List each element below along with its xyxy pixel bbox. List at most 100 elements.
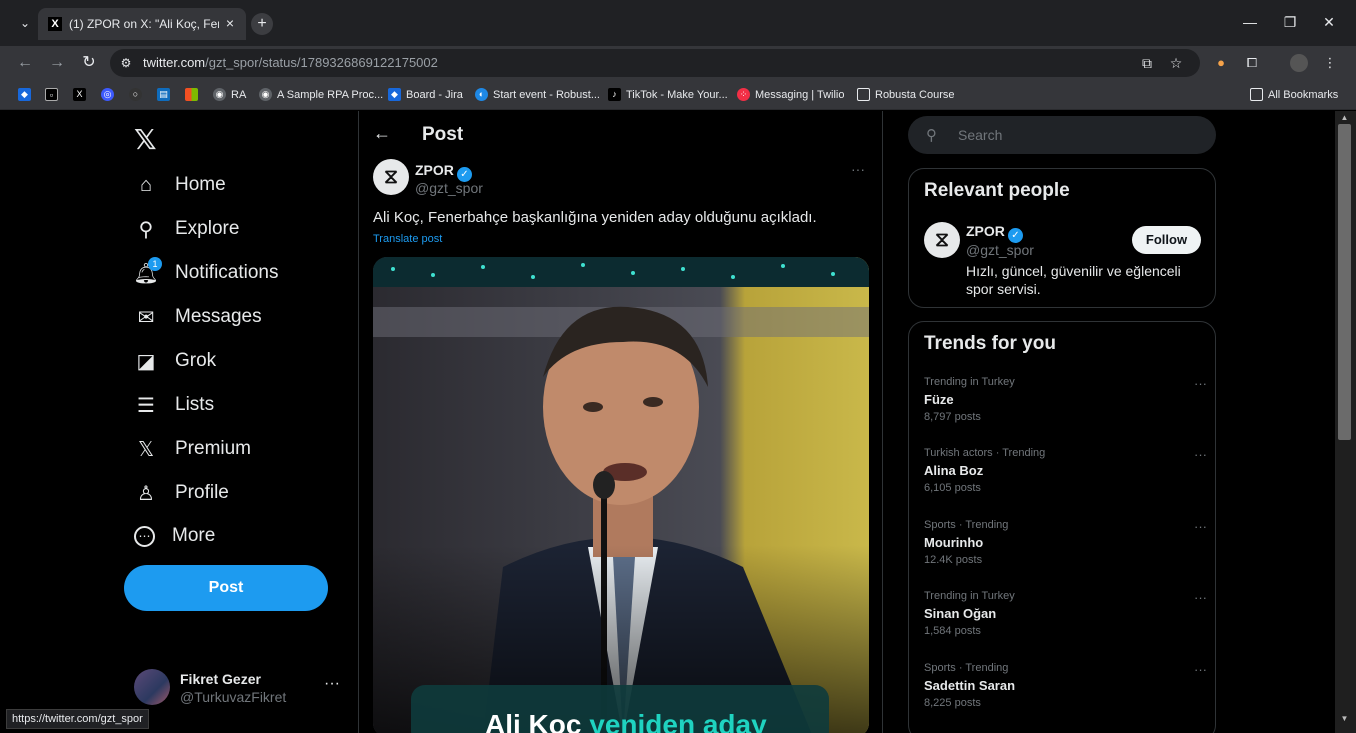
trend-item[interactable]: Trending in Turkey Sinan Oğan 1,584 posts ·… [924, 590, 1209, 656]
account-handle: @TurkuvazFikret [180, 689, 287, 705]
window-close-icon[interactable]: ✕ [1319, 14, 1339, 31]
scroll-up-icon[interactable]: ▲ [1338, 113, 1351, 123]
trend-more-icon[interactable]: ··· [1194, 590, 1207, 605]
github-bookmark-icon[interactable]: ○ [129, 88, 142, 101]
nav-messages[interactable]: ✉ Messages [134, 297, 262, 337]
nav-explore[interactable]: ⚲ Explore [134, 209, 240, 249]
back-nav-icon[interactable]: ← [15, 53, 35, 73]
nav-lists[interactable]: ☰ Lists [134, 385, 214, 425]
folder-icon [1250, 88, 1263, 101]
url-text: twitter.com/gzt_spor/status/178932686912… [143, 55, 438, 70]
author-name[interactable]: ZPOR ✓ [415, 162, 472, 182]
reload-icon[interactable]: ↻ [79, 53, 99, 73]
more-circle-icon: ⋯ [134, 525, 155, 547]
nav-grok[interactable]: ◪ Grok [134, 341, 217, 381]
bookmark-tiktok[interactable]: ♪ TikTok - Make Your... [608, 88, 728, 101]
trend-count: 12.4K posts [924, 554, 983, 566]
profile-avatar-icon[interactable] [1290, 54, 1308, 72]
follow-button[interactable]: Follow [1132, 226, 1201, 254]
chrome-menu-icon[interactable]: ⋮ [1321, 54, 1339, 72]
extensions-puzzle-icon[interactable]: ⧠ [1243, 54, 1261, 72]
author-avatar[interactable]: ⧖ [373, 159, 409, 195]
trend-item[interactable]: Trending in Turkey Füze 8,797 posts ··· [924, 376, 1209, 442]
trend-more-icon[interactable]: ··· [1194, 662, 1207, 677]
trend-more-icon[interactable]: ··· [1194, 519, 1207, 534]
nav-label: Lists [175, 394, 215, 415]
trend-context: Sports · Trending [924, 662, 1009, 674]
relevant-name[interactable]: ZPOR ✓ [966, 223, 1023, 243]
bookmark-label: Robusta Course [875, 88, 955, 101]
bookmark-star-icon[interactable]: ☆ [1167, 54, 1185, 72]
install-app-icon[interactable]: ⧉ [1138, 54, 1156, 72]
nav-label: More [172, 525, 216, 546]
lists-icon: ☰ [137, 394, 155, 417]
new-tab-button[interactable]: + [251, 13, 273, 35]
trend-context: Turkish actors · Trending [924, 447, 1046, 459]
microsoft-bookmark-icon[interactable] [185, 88, 198, 101]
trend-item[interactable]: Turkish actors · Trending Alina Boz 6,105 … [924, 447, 1209, 513]
back-arrow-icon[interactable]: ← [373, 123, 391, 144]
translate-post-link[interactable]: Translate post [373, 233, 442, 245]
relevant-avatar[interactable]: ⧖ [924, 222, 960, 258]
app-bookmark-icon[interactable]: ◎ [101, 88, 114, 101]
address-bar[interactable]: ⚙ twitter.com/gzt_spor/status/1789326869… [110, 49, 1200, 77]
author-name-text: ZPOR [415, 162, 454, 178]
trend-name: Alina Boz [924, 463, 984, 478]
bookmark-rpa[interactable]: ◉ A Sample RPA Proc... [259, 88, 383, 101]
bookmark-ra[interactable]: ◉ RA [213, 88, 246, 101]
jira-bookmark-icon[interactable]: ◆ [18, 88, 31, 101]
tab-close-icon[interactable]: × [222, 15, 238, 31]
tab-title: (1) ZPOR on X: "Ali Koç, Fenerba [69, 17, 219, 31]
browser-tab-bar: ⌄ X (1) ZPOR on X: "Ali Koç, Fenerba × +… [0, 0, 1356, 46]
nav-premium[interactable]: 𝕏 Premium [134, 429, 251, 469]
bookmark-twilio[interactable]: ⁘ Messaging | Twilio [737, 88, 844, 101]
all-bookmarks[interactable]: All Bookmarks [1250, 88, 1338, 101]
author-handle[interactable]: @gzt_spor [415, 180, 483, 196]
search-icon: ⚲ [926, 127, 937, 144]
trend-item[interactable]: Sports · Trending Mourinho 12.4K posts ··· [924, 519, 1209, 585]
trend-more-icon[interactable]: ··· [1194, 447, 1207, 462]
outlook-bookmark-icon[interactable]: ▤ [157, 88, 170, 101]
trend-context: Sports · Trending [924, 519, 1009, 531]
trend-count: 8,225 posts [924, 697, 981, 709]
bookmarks-bar: ◆ ▫ X ◎ ○ ▤ ◉ RA ◉ A Sample RPA Proc... ◆ B… [0, 80, 1356, 110]
extension-icon[interactable]: ● [1212, 54, 1230, 72]
nav-profile[interactable]: ♙ Profile [134, 473, 229, 513]
scroll-down-icon[interactable]: ▼ [1338, 714, 1351, 724]
page-title: Post [422, 124, 464, 145]
post-more-icon[interactable]: ··· [851, 161, 865, 177]
trend-more-icon[interactable]: ··· [1194, 376, 1207, 391]
chrome-icon: ◉ [259, 88, 272, 101]
post-button[interactable]: Post [124, 565, 328, 611]
forward-nav-icon[interactable]: → [47, 53, 67, 73]
trend-name: Sinan Oğan [924, 606, 997, 621]
x-logo-icon[interactable]: 𝕏 [134, 123, 157, 156]
site-info-icon[interactable]: ⚙ [118, 55, 134, 71]
post-image[interactable]: Ali Koç yeniden aday [373, 257, 869, 733]
nav-home[interactable]: ⌂ Home [134, 165, 226, 205]
post-image-art [373, 257, 869, 733]
bookmark-jira[interactable]: ◆ Board - Jira [388, 88, 463, 101]
search-box[interactable]: ⚲ Search [908, 116, 1216, 154]
bookmark-robusta-course[interactable]: Robusta Course [857, 88, 955, 101]
nav-label: Home [175, 174, 226, 195]
scroll-thumb[interactable] [1338, 124, 1351, 440]
account-switcher[interactable]: Fikret Gezer @TurkuvazFikret ··· [134, 669, 344, 709]
url-domain: twitter.com [143, 55, 206, 70]
trend-item[interactable]: Sports · Trending Sadettin Saran 8,225 pos… [924, 662, 1209, 728]
minimize-icon[interactable]: — [1240, 14, 1260, 30]
nav-notifications[interactable]: 🔔︎ 1 Notifications [133, 253, 279, 293]
restore-icon[interactable]: ❐ [1280, 14, 1300, 31]
nav-more[interactable]: ⋯ More [134, 516, 215, 556]
bookmark-robust[interactable]: ◐ Start event - Robust... [475, 88, 600, 101]
relevant-handle[interactable]: @gzt_spor [966, 242, 1034, 258]
tab-search-chevron-icon[interactable]: ⌄ [16, 14, 34, 32]
browser-tab[interactable]: X (1) ZPOR on X: "Ali Koç, Fenerba × [38, 8, 246, 40]
square-bookmark-icon[interactable]: ▫ [45, 88, 58, 101]
bookmark-label: Messaging | Twilio [755, 88, 845, 101]
account-more-icon[interactable]: ··· [324, 675, 340, 693]
x-bookmark-icon[interactable]: X [73, 88, 86, 101]
robusta-icon: ◐ [475, 88, 488, 101]
x-favicon-icon: X [48, 17, 62, 31]
bookmark-label: A Sample RPA Proc... [277, 88, 384, 101]
